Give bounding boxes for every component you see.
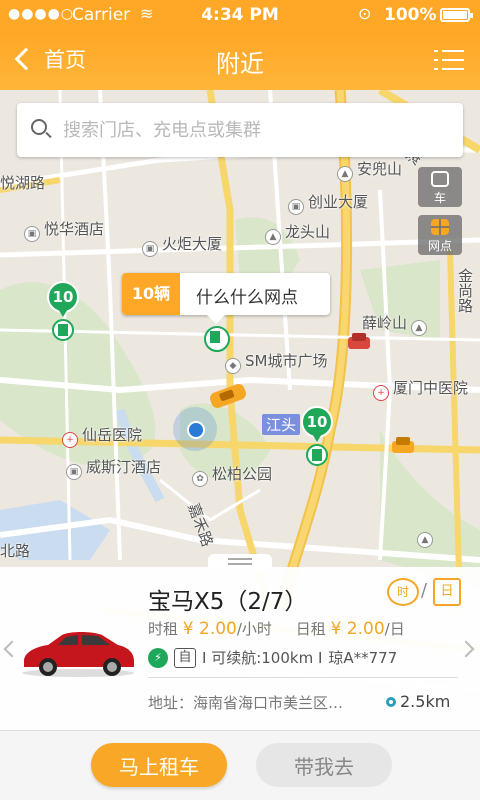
map-label: + 仙岳医院 <box>62 424 142 448</box>
mountain-icon: ▲ <box>417 526 437 548</box>
map-label: ▲ 龙头山 <box>265 221 330 245</box>
map-label: ▲ 安兜山 <box>337 158 402 182</box>
next-car-arrow-icon[interactable] <box>457 640 475 658</box>
poi-icon: ▣ <box>288 199 304 215</box>
map-label: 北路 <box>0 542 31 560</box>
self-service-badge: 自 <box>174 647 196 668</box>
search-icon <box>31 119 47 135</box>
price-row: 时租 ¥ 2.00/小时 日租 ¥ 2.00/日 <box>148 618 405 639</box>
distance-text: 2.5km <box>400 692 451 711</box>
outlet-filter-label: 网点 <box>427 239 452 253</box>
outlet-filter-button[interactable]: 网点 <box>418 215 462 255</box>
search-input[interactable] <box>63 113 453 147</box>
car-red-icon <box>348 333 370 349</box>
poi-icon: ▣ <box>24 226 40 242</box>
daily-label: 日租 <box>295 620 326 638</box>
station-marker[interactable]: 10 <box>47 281 79 341</box>
map-label: + 厦门中医院 <box>373 377 468 401</box>
hourly-rent-icon[interactable]: 时 <box>387 578 419 606</box>
page-title: 附近 <box>216 50 264 78</box>
poi-icon: ✿ <box>192 471 208 487</box>
battery-icon <box>440 8 473 22</box>
battery-percent: 100% <box>384 5 437 25</box>
take-me-there-button[interactable]: 带我去 <box>256 743 392 787</box>
bottom-action-bar: 马上租车 带我去 <box>0 730 480 800</box>
address-text: 海南省海口市美兰区… <box>193 694 344 712</box>
distance: 2.5km <box>386 692 450 711</box>
plate-number: 琼A**777 <box>328 649 398 667</box>
drag-handle[interactable] <box>208 554 272 570</box>
map-label: ▣ 悦华酒店 <box>24 218 104 242</box>
outlet-grid-icon <box>431 219 449 235</box>
info-row: ⚡ 自 I 可续航:100km I 琼A**777 <box>148 647 397 668</box>
poi-icon: ▲ <box>265 229 281 245</box>
map-label: 薛岭山 ▲ <box>362 312 431 336</box>
map-label: 金尚路 <box>456 268 474 313</box>
map-label: ▣ 火炬大厦 <box>142 233 222 257</box>
station-marker[interactable]: 10 <box>301 406 333 466</box>
hourly-price: ¥ 2.00 <box>182 619 237 639</box>
rotation-lock-icon: ⊙ <box>358 4 372 23</box>
station-building-icon <box>204 326 230 352</box>
car-name: 宝马X5（2/7） <box>148 589 308 615</box>
poi-icon: ▲ <box>337 166 353 182</box>
car-info-card[interactable]: 宝马X5（2/7） 时 / 日 时租 ¥ 2.00/小时 日租 ¥ 2.00/日… <box>0 554 480 730</box>
callout-outlet-name: 什么什么网点 <box>196 288 298 308</box>
hourly-unit: /小时 <box>236 620 272 638</box>
taxi-icon <box>210 384 246 408</box>
status-bar: ●●●●○ Carrier ≋ 4:34 PM ⊙ 100% <box>0 0 480 30</box>
my-location-dot <box>173 407 217 451</box>
daily-unit: /日 <box>384 620 405 638</box>
callout-car-count: 10辆 <box>122 273 180 315</box>
poi-icon: ▲ <box>411 320 428 336</box>
address-label: 地址： <box>148 694 194 712</box>
map-label: 悦湖路 <box>0 174 46 192</box>
map-label: ✿ 松柏公园 <box>192 463 272 487</box>
map-label: ◆ SM城市广场 <box>225 350 327 374</box>
address-row: 地址：海南省海口市美兰区… <box>148 692 343 713</box>
outlet-callout[interactable]: 10辆 什么什么网点 <box>122 273 330 324</box>
electric-plug-icon: ⚡ <box>148 647 168 668</box>
car-filter-label: 车 <box>433 191 446 205</box>
map-label: ▣ 威斯汀酒店 <box>66 456 161 480</box>
selected-station-marker[interactable] <box>202 326 234 354</box>
list-menu-icon[interactable] <box>434 48 464 72</box>
taxi-small-icon <box>392 437 414 453</box>
range-text: I 可续航:100km I <box>202 649 323 667</box>
car-image <box>22 632 134 677</box>
station-building-icon <box>306 444 328 466</box>
station-building-icon <box>52 319 74 341</box>
poi-icon: ◆ <box>225 358 241 374</box>
poi-icon: ▣ <box>142 241 158 257</box>
car-filter-button[interactable]: 车 <box>418 167 462 207</box>
hospital-icon: + <box>62 432 78 448</box>
hospital-icon: + <box>373 385 389 401</box>
poi-icon: ▣ <box>66 464 82 480</box>
location-pin-icon <box>386 697 396 707</box>
map-label: ▣ 创业大厦 <box>288 191 368 215</box>
rent-now-button[interactable]: 马上租车 <box>91 743 227 787</box>
hourly-label: 时租 <box>148 620 179 638</box>
divider <box>148 677 458 678</box>
map-label: 江头 <box>262 414 301 435</box>
daily-rent-icon[interactable]: 日 <box>433 578 461 606</box>
search-bar[interactable] <box>17 103 463 157</box>
daily-price: ¥ 2.00 <box>330 619 385 639</box>
car-icon <box>431 171 449 187</box>
nav-bar: 首页 附近 <box>0 30 480 90</box>
